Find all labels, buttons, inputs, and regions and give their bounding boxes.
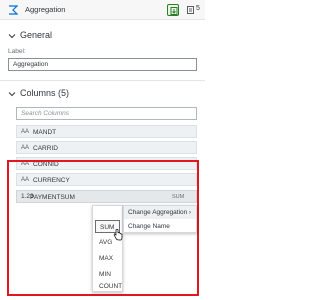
text-type-icon: AA bbox=[21, 145, 30, 151]
columns-section-header[interactable]: Columns (5) bbox=[0, 87, 205, 101]
column-name: CARRID bbox=[33, 145, 58, 152]
menu-item-label: Change Name bbox=[128, 223, 170, 230]
label-caption: Label: bbox=[8, 48, 26, 55]
section-divider bbox=[0, 80, 205, 81]
chevron-down-icon bbox=[8, 92, 16, 97]
column-row-paymentsum[interactable]: 1.23 PAYMENTSUM SUM bbox=[16, 190, 197, 203]
panel-header: Aggregation 5 bbox=[0, 0, 205, 20]
text-type-icon: AA bbox=[21, 129, 30, 135]
column-row-carrid[interactable]: AA CARRID bbox=[16, 141, 197, 154]
chevron-right-icon: › bbox=[188, 209, 191, 216]
general-section-title: General bbox=[20, 30, 53, 40]
aggregation-badge: SUM bbox=[172, 194, 185, 200]
menu-item-label: Change Aggregation bbox=[128, 209, 188, 216]
menu-item-change-name[interactable]: Change Name bbox=[124, 220, 196, 233]
columns-section-title: Columns (5) bbox=[20, 88, 70, 98]
hand-cursor-icon bbox=[113, 229, 123, 241]
aggregation-menu: SUM AVG MAX MIN COUNT bbox=[92, 205, 123, 292]
context-menu: Change Aggregation › Change Name bbox=[123, 205, 197, 233]
details-count: 5 bbox=[196, 5, 200, 12]
label-input[interactable]: Aggregation bbox=[8, 58, 197, 71]
details-icon bbox=[187, 6, 194, 14]
menu-item-change-aggregation[interactable]: Change Aggregation › bbox=[124, 206, 196, 219]
column-name: PAYMENTSUM bbox=[30, 194, 75, 201]
column-name: MANDT bbox=[33, 129, 57, 136]
agg-option-count[interactable]: COUNT bbox=[95, 280, 122, 293]
agg-option-max[interactable]: MAX bbox=[95, 252, 120, 265]
add-output-icon bbox=[170, 7, 178, 15]
chevron-down-icon bbox=[8, 34, 16, 39]
add-output-button[interactable] bbox=[167, 4, 179, 16]
details-button[interactable]: 5 bbox=[187, 5, 203, 15]
column-row-mandt[interactable]: AA MANDT bbox=[16, 125, 197, 138]
general-section-header[interactable]: General bbox=[0, 29, 205, 43]
search-columns-input[interactable]: Search Columns bbox=[16, 107, 197, 120]
panel-title: Aggregation bbox=[25, 5, 66, 14]
aggregation-node-icon bbox=[9, 5, 18, 15]
